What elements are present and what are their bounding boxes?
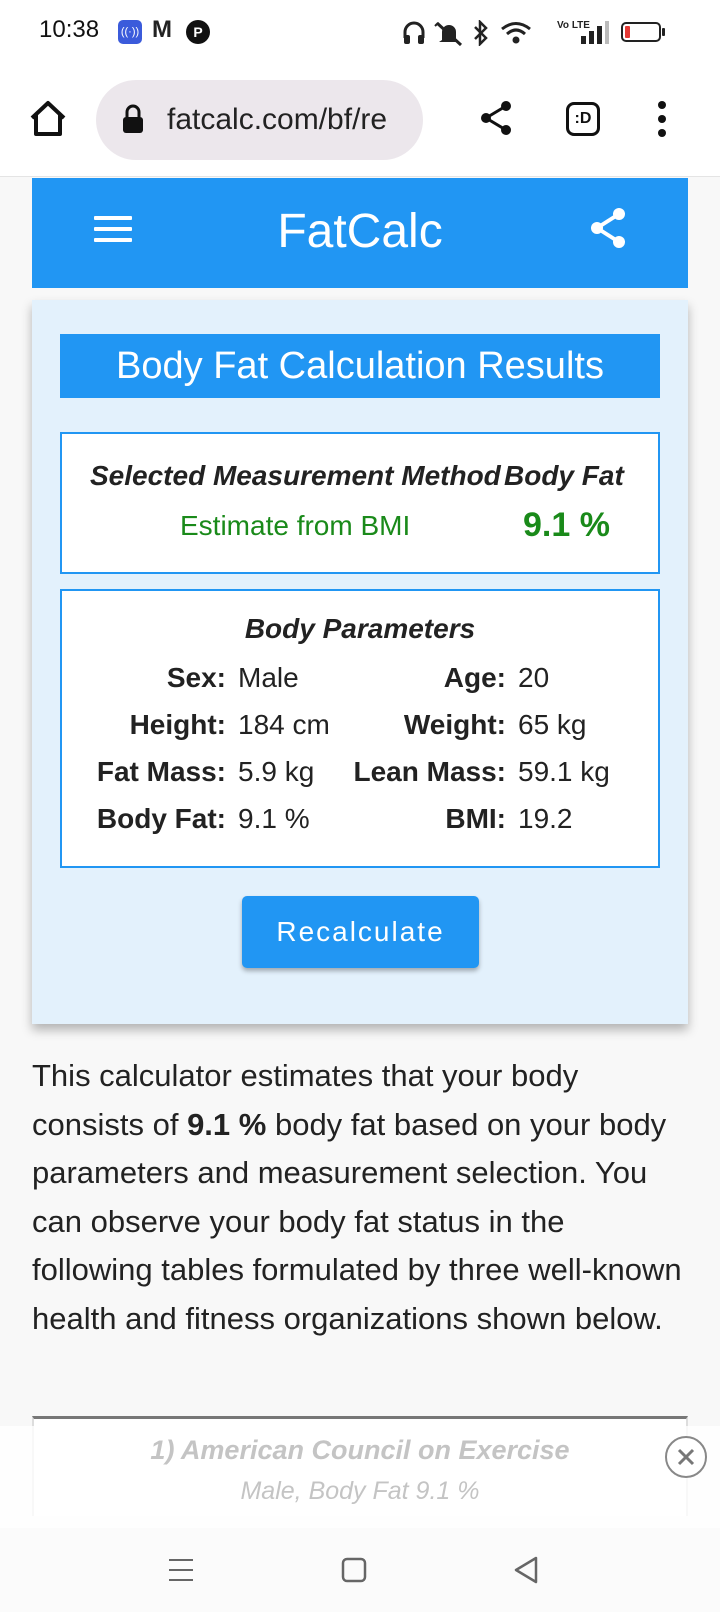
method-value: Estimate from BMI xyxy=(180,510,411,541)
fatmass-label: Fat Mass: xyxy=(96,756,226,787)
age-label: Age: xyxy=(443,662,506,693)
share-icon[interactable] xyxy=(588,206,628,250)
close-icon xyxy=(677,1448,695,1466)
pocket-icon: P xyxy=(186,20,210,44)
bodyfat-value: 9.1 % xyxy=(523,506,610,544)
status-time: 10:38 xyxy=(39,16,100,43)
bodyfat-header: Body Fat xyxy=(504,460,624,491)
signal-icon xyxy=(581,21,609,44)
method-header: Selected Measurement Method xyxy=(90,460,501,491)
params-box: Body Parameters Sex: Male Age: 20 Height… xyxy=(60,589,660,868)
recalculate-button[interactable]: Recalculate xyxy=(242,896,479,968)
age-value: 20 xyxy=(518,662,550,693)
bodyfat-param-value: 9.1 % xyxy=(238,803,310,834)
system-nav-bar xyxy=(0,1528,720,1612)
params-title: Body Parameters xyxy=(244,613,476,644)
headphones-icon xyxy=(403,21,425,44)
app-header: FatCalc xyxy=(32,178,688,288)
bodyfat-label: Body Fat: xyxy=(96,803,226,834)
bmi-label: BMI: xyxy=(445,803,506,834)
height-label: Height: xyxy=(129,709,226,740)
share-icon[interactable] xyxy=(478,100,514,136)
bluetooth-icon xyxy=(474,20,488,46)
leanmass-value: 59.1 kg xyxy=(518,756,610,787)
back-nav-icon[interactable] xyxy=(512,1555,540,1585)
hotspot-icon: ((·)) xyxy=(118,20,142,44)
gmail-icon: M xyxy=(152,16,172,43)
wifi-icon xyxy=(501,22,531,44)
height-value: 184 cm xyxy=(238,709,330,740)
home-icon[interactable] xyxy=(28,98,68,138)
results-card: Body Fat Calculation Results Selected Me… xyxy=(32,300,688,1024)
description-highlight: 9.1 % xyxy=(187,1106,267,1142)
mute-icon xyxy=(434,21,463,46)
lock-icon xyxy=(123,104,143,133)
menu-nav-icon[interactable] xyxy=(167,1556,195,1584)
tab-switcher-button[interactable]: :D xyxy=(566,102,600,136)
ace-table-title: 1) American Council on Exercise xyxy=(150,1435,570,1465)
home-nav-icon[interactable] xyxy=(340,1556,368,1584)
sex-value: Male xyxy=(238,662,299,693)
weight-label: Weight: xyxy=(403,709,506,740)
fatmass-value: 5.9 kg xyxy=(238,756,315,787)
battery-tip xyxy=(662,28,665,36)
leanmass-label: Lean Mass: xyxy=(353,756,507,787)
sex-label: Sex: xyxy=(166,662,226,693)
battery-icon xyxy=(621,22,661,42)
method-box: Selected Measurement Method Body Fat Est… xyxy=(60,432,660,574)
close-ad-button[interactable] xyxy=(665,1436,707,1478)
bmi-value: 19.2 xyxy=(518,803,573,834)
ace-table-subtitle: Male, Body Fat 9.1 % xyxy=(240,1477,480,1505)
more-options-icon[interactable] xyxy=(656,100,668,138)
url-text[interactable]: fatcalc.com/bf/re xyxy=(167,103,407,137)
result-description: This calculator estimates that your body… xyxy=(32,1052,692,1343)
results-title: Body Fat Calculation Results xyxy=(60,334,660,398)
weight-value: 65 kg xyxy=(518,709,587,740)
status-bar: 10:38 ((·)) M P Vo LTE xyxy=(0,0,720,66)
